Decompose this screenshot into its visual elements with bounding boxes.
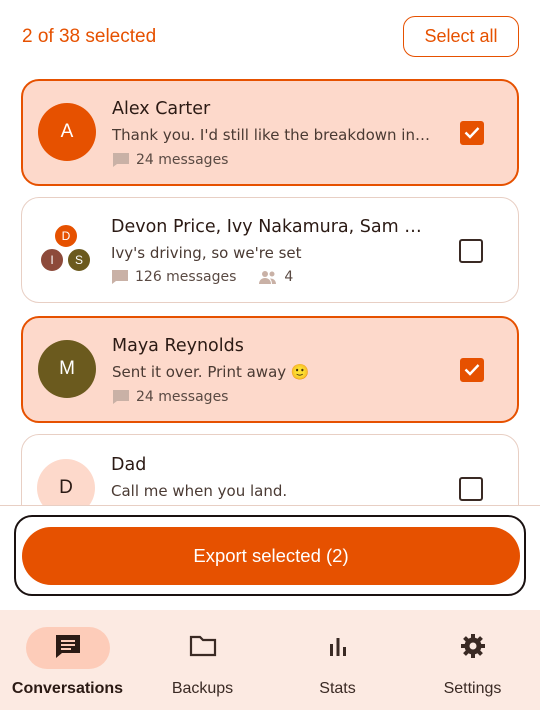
conversation-preview: Ivy's driving, so we're set bbox=[111, 244, 302, 262]
message-count: 24 messages bbox=[136, 152, 229, 168]
conversation-name: Maya Reynolds bbox=[112, 336, 244, 356]
conversation-card-dad[interactable]: D Dad Call me when you land. bbox=[21, 434, 519, 506]
nav-item-stats[interactable]: Stats bbox=[270, 610, 405, 710]
group-avatar: D I S bbox=[38, 224, 94, 274]
conversation-preview: Call me when you land. bbox=[111, 482, 288, 500]
chat-icon bbox=[54, 633, 82, 663]
conversation-meta: 24 messages bbox=[112, 389, 228, 405]
nav-pill bbox=[26, 627, 110, 669]
people-icon bbox=[258, 270, 278, 284]
gear-icon bbox=[459, 632, 487, 664]
conversation-card-alex-carter[interactable]: A Alex Carter Thank you. I'd still like … bbox=[21, 79, 519, 186]
conversation-name: Dad bbox=[111, 455, 147, 475]
nav-pill bbox=[431, 627, 515, 669]
select-checkbox[interactable] bbox=[460, 358, 484, 382]
nav-label: Backups bbox=[171, 680, 234, 697]
select-all-button[interactable]: Select all bbox=[403, 16, 519, 57]
bar-chart-icon bbox=[327, 636, 349, 660]
bottom-navigation: Conversations Backups Stats Settings bbox=[0, 610, 540, 710]
nav-item-conversations[interactable]: Conversations bbox=[0, 610, 135, 710]
checkmark-icon bbox=[464, 361, 480, 380]
conversation-meta: 126 messages 4 bbox=[111, 269, 293, 285]
conversation-card-maya-reynolds[interactable]: M Maya Reynolds Sent it over. Print away… bbox=[21, 316, 519, 423]
conversation-preview: Thank you. I'd still like the breakdown … bbox=[112, 126, 434, 144]
conversation-name: Devon Price, Ivy Nakamura, Sam Whitfield bbox=[111, 217, 433, 237]
export-action-container: Export selected (2) bbox=[14, 515, 526, 596]
avatar: A bbox=[38, 103, 96, 161]
conversation-preview: Sent it over. Print away 🙂 bbox=[112, 363, 310, 381]
message-icon bbox=[112, 152, 130, 168]
nav-pill bbox=[296, 627, 380, 669]
export-selected-button[interactable]: Export selected (2) bbox=[22, 527, 520, 585]
avatar: D bbox=[54, 224, 78, 248]
select-checkbox[interactable] bbox=[460, 121, 484, 145]
nav-label: Settings bbox=[443, 680, 502, 697]
message-count: 24 messages bbox=[136, 389, 229, 405]
nav-label: Conversations bbox=[11, 680, 124, 697]
nav-label: Stats bbox=[319, 680, 356, 697]
avatar: S bbox=[67, 248, 91, 272]
select-checkbox[interactable] bbox=[459, 239, 483, 263]
avatar: M bbox=[38, 340, 96, 398]
message-icon bbox=[112, 389, 130, 405]
message-icon bbox=[111, 269, 129, 285]
nav-pill bbox=[161, 627, 245, 669]
checkmark-icon bbox=[464, 124, 480, 143]
participant-count: 4 bbox=[284, 269, 294, 285]
divider bbox=[0, 505, 540, 506]
selection-count: 2 of 38 selected bbox=[22, 26, 157, 47]
nav-item-settings[interactable]: Settings bbox=[405, 610, 540, 710]
conversation-list[interactable]: A Alex Carter Thank you. I'd still like … bbox=[0, 74, 540, 506]
selection-header: 2 of 38 selected Select all bbox=[0, 0, 540, 74]
folder-icon bbox=[189, 635, 217, 661]
avatar: D bbox=[37, 459, 95, 506]
select-checkbox[interactable] bbox=[459, 477, 483, 501]
conversation-card-group[interactable]: D I S Devon Price, Ivy Nakamura, Sam Wh i… bbox=[21, 197, 519, 303]
avatar: I bbox=[40, 248, 64, 272]
conversation-name: Alex Carter bbox=[112, 99, 211, 119]
nav-item-backups[interactable]: Backups bbox=[135, 610, 270, 710]
conversation-meta: 24 messages bbox=[112, 152, 228, 168]
message-count: 126 messages bbox=[135, 269, 237, 285]
